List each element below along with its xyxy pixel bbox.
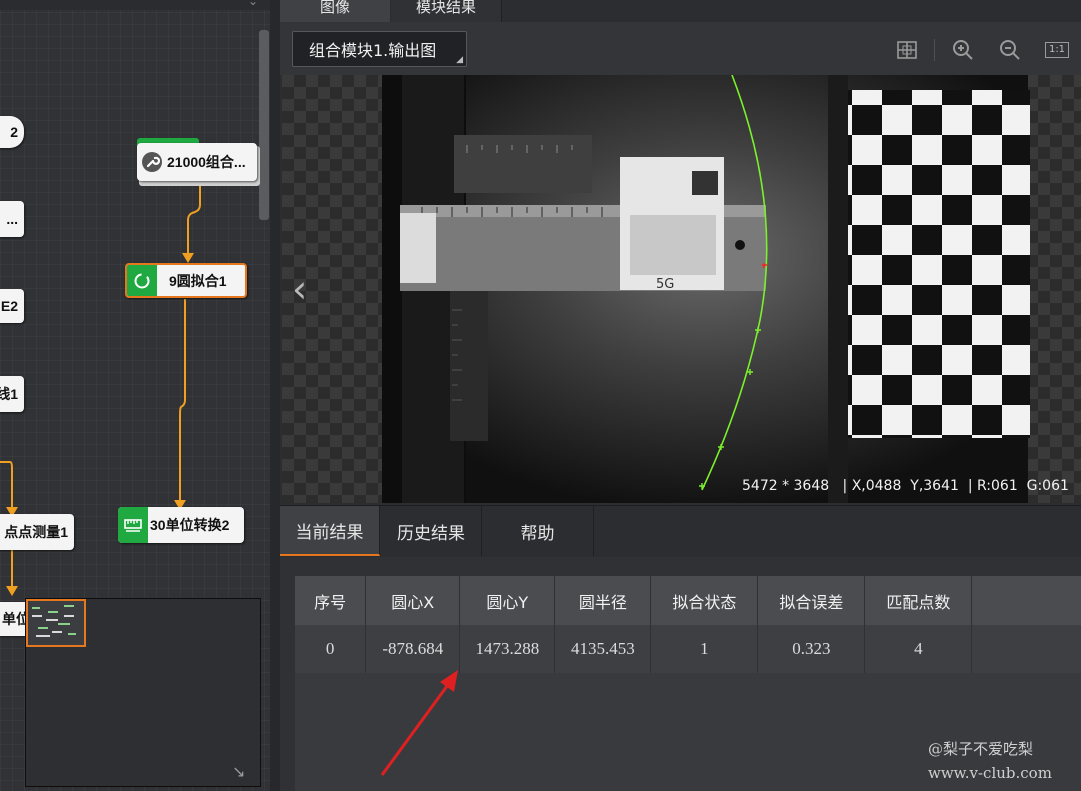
viewer-status: 5472 * 3648 | X,0488 Y,3641 | R:061 G:06… xyxy=(742,478,1069,494)
node-label: 线1 xyxy=(0,386,18,402)
node-label: 2 xyxy=(10,124,18,140)
col-radius[interactable]: 圆半径 xyxy=(554,576,652,625)
result-table: 序号 圆心X 圆心Y 圆半径 拟合状态 拟合误差 匹配点数 0 -878.684… xyxy=(295,576,1081,673)
ruler-top xyxy=(454,135,592,193)
col-empty xyxy=(971,576,1081,625)
col-index[interactable]: 序号 xyxy=(295,576,367,625)
actual-size-label: 1:1 xyxy=(1044,42,1070,58)
cell-center-y: 1473.288 xyxy=(459,625,556,673)
pixel-rgb: R:061 G:061 xyxy=(976,478,1069,494)
connector-21000-to-9 xyxy=(187,185,201,256)
calibration-checkerboard xyxy=(846,90,1030,438)
node-label: 点点测量1 xyxy=(4,524,68,540)
image-source-select[interactable]: 组合模块1.输出图 ◢ xyxy=(292,31,467,67)
minimap-viewport[interactable] xyxy=(26,599,86,647)
tab-current-result[interactable]: 当前结果 xyxy=(280,506,380,556)
tab-module-result-label: 模块结果 xyxy=(415,0,476,16)
connector-9-to-30 xyxy=(179,299,186,503)
tab-image-label: 图像 xyxy=(319,0,350,16)
flow-node-partial[interactable]: 2 xyxy=(0,116,24,148)
cell-fit-status: 1 xyxy=(650,625,759,673)
tab-history-result-label: 历史结果 xyxy=(397,523,465,544)
connector-left-1 xyxy=(0,461,13,510)
sticker-text: 5G xyxy=(656,277,674,292)
cell-fit-error: 0.323 xyxy=(757,625,866,673)
flow-node-partial[interactable]: 线1 xyxy=(0,376,24,412)
wrench-icon xyxy=(137,143,167,181)
col-match-points[interactable]: 匹配点数 xyxy=(864,576,973,625)
flow-node-circle-fit[interactable]: 9圆拟合1 xyxy=(125,263,247,298)
flow-node-21000[interactable]: 21000组合... xyxy=(137,143,257,181)
ruler-icon xyxy=(118,507,148,543)
watermark: @梨子不爱吃梨 www.v-club.com xyxy=(928,737,1052,785)
camera-image: 5G ‹ xyxy=(292,75,1030,503)
flow-node-partial[interactable]: E2 xyxy=(0,289,24,323)
zoom-out-icon[interactable] xyxy=(998,38,1022,62)
node-label: 30单位转换2 xyxy=(150,517,230,533)
cursor-coords: X,0488 Y,3641 xyxy=(851,478,959,494)
cell-empty xyxy=(971,625,1081,673)
arrow-icon xyxy=(6,586,18,596)
resize-icon[interactable]: ↘ xyxy=(232,762,245,781)
tab-help-label: 帮助 xyxy=(520,523,555,544)
tab-help[interactable]: 帮助 xyxy=(482,506,594,556)
zoom-in-icon[interactable] xyxy=(951,38,975,62)
node-label: E2 xyxy=(0,298,18,314)
col-fit-status[interactable]: 拟合状态 xyxy=(650,576,759,625)
col-center-y[interactable]: 圆心Y xyxy=(459,576,556,625)
annotation-arrow xyxy=(380,670,458,776)
cell-index: 0 xyxy=(295,625,367,673)
tab-current-result-label: 当前结果 xyxy=(295,522,364,543)
cell-match-points: 4 xyxy=(864,625,973,673)
flow-node-unit-convert[interactable]: 30单位转换2 xyxy=(118,507,244,543)
image-viewer[interactable]: 5G ‹ xyxy=(282,75,1081,503)
flow-node-partial[interactable]: 点点测量1 xyxy=(0,514,74,550)
tab-module-result[interactable]: 模块结果 xyxy=(391,0,502,22)
node-label: 9圆拟合1 xyxy=(169,272,227,289)
flow-connectors xyxy=(0,185,201,596)
watermark-line1: @梨子不爱吃梨 xyxy=(928,740,1034,758)
table-header-row: 序号 圆心X 圆心Y 圆半径 拟合状态 拟合误差 匹配点数 xyxy=(295,576,1081,625)
node-label: ... xyxy=(6,211,18,227)
image-source-value: 组合模块1.输出图 xyxy=(309,41,437,60)
prev-image-icon[interactable]: ‹ xyxy=(292,267,307,311)
toolbar-divider xyxy=(934,39,935,61)
dropdown-corner-icon: ◢ xyxy=(456,55,463,65)
watermark-line2: www.v-club.com xyxy=(928,764,1052,782)
circle-fit-icon xyxy=(127,265,157,296)
status-separator: | xyxy=(967,478,973,494)
node-label: 21000组合... xyxy=(167,154,246,170)
arrow-icon xyxy=(182,253,194,263)
image-resolution: 5472 * 3648 xyxy=(742,478,830,494)
col-center-x[interactable]: 圆心X xyxy=(365,576,461,625)
grid-icon[interactable] xyxy=(895,38,919,62)
tab-history-result[interactable]: 历史结果 xyxy=(381,506,482,556)
cell-radius: 4135.453 xyxy=(554,625,652,673)
tab-image[interactable]: 图像 xyxy=(280,0,390,22)
status-separator: | xyxy=(842,478,848,494)
flow-node-partial[interactable]: ... xyxy=(0,201,24,237)
minimap-preview xyxy=(32,605,76,637)
actual-size-icon[interactable]: 1:1 xyxy=(1044,38,1070,62)
col-fit-error[interactable]: 拟合误差 xyxy=(757,576,866,625)
